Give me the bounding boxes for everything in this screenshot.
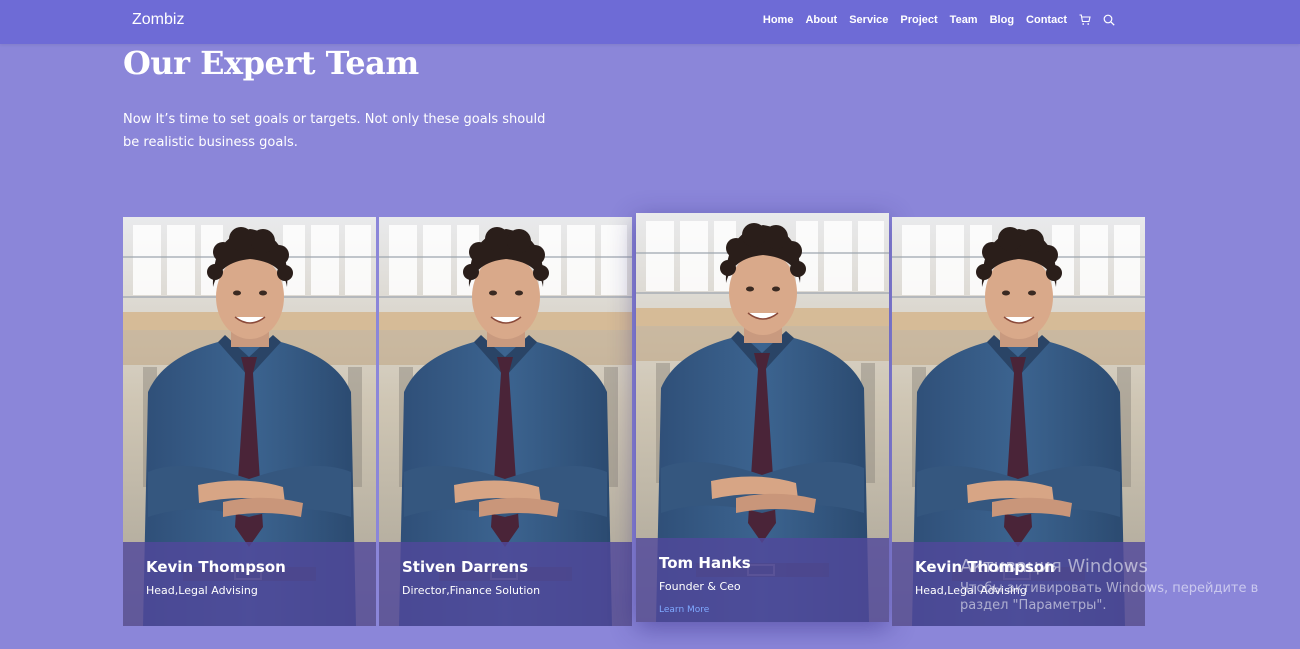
page-subtitle: Now It’s time to set goals or targets. N…	[123, 112, 546, 150]
page-title: Our Expert Team	[123, 44, 419, 82]
nav-menu: Home About Service Project Team Blog Con…	[751, 14, 1115, 26]
member-role: Founder & Ceo	[659, 580, 741, 593]
brand-logo[interactable]: Zombiz	[132, 11, 184, 29]
watermark-title: Активация Windows	[960, 556, 1148, 577]
member-name: Tom Hanks	[659, 554, 751, 572]
member-role: Head,Legal Advising	[146, 584, 258, 597]
card-info-overlay: Stiven Darrens Director,Finance Solution	[379, 542, 632, 626]
watermark-text: раздел "Параметры".	[960, 598, 1107, 613]
team-card-featured[interactable]: Tom Hanks Founder & Ceo Learn More	[636, 213, 889, 622]
nav-item-team[interactable]: Team	[950, 14, 978, 26]
member-name: Stiven Darrens	[402, 558, 529, 576]
member-role: Director,Finance Solution	[402, 584, 541, 597]
nav-item-service[interactable]: Service	[849, 14, 888, 26]
card-info-overlay: Kevin Thompson Head,Legal Advising	[123, 542, 376, 626]
team-card[interactable]: Stiven Darrens Director,Finance Solution	[379, 217, 632, 626]
search-icon[interactable]	[1103, 14, 1115, 26]
watermark-text: Чтобы активировать Windows, перейдите в	[960, 581, 1259, 596]
nav-item-about[interactable]: About	[805, 14, 837, 26]
nav-item-blog[interactable]: Blog	[990, 14, 1014, 26]
nav-item-project[interactable]: Project	[900, 14, 937, 26]
learn-more-link[interactable]: Learn More	[659, 605, 709, 615]
cart-icon[interactable]	[1079, 14, 1091, 26]
team-card[interactable]: Kevin Thompson Head,Legal Advising	[123, 217, 376, 626]
nav-item-contact[interactable]: Contact	[1026, 14, 1067, 26]
member-name: Kevin Thompson	[146, 558, 286, 576]
windows-activation-watermark: Активация Windows Чтобы активировать Win…	[960, 556, 1258, 613]
card-info-overlay: Tom Hanks Founder & Ceo Learn More	[636, 538, 889, 622]
top-navbar: Zombiz Home About Service Project Team B…	[0, 0, 1300, 44]
nav-item-home[interactable]: Home	[763, 14, 794, 26]
